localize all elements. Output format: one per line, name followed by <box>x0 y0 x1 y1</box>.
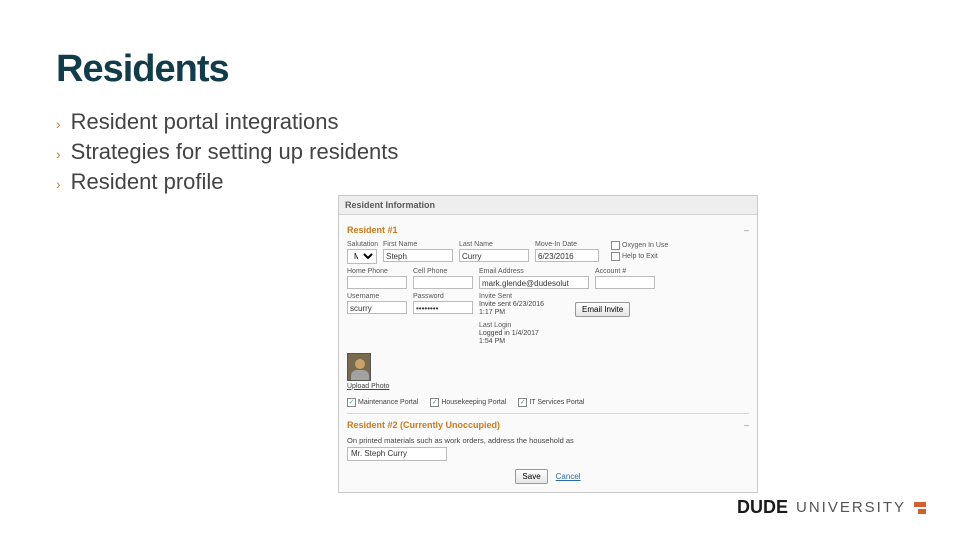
panel-header: Resident Information <box>339 196 757 215</box>
last-name-field[interactable]: Curry <box>459 249 529 262</box>
invite-label: Invite Sent <box>479 293 569 300</box>
resident1-title[interactable]: Resident #1– <box>347 225 749 235</box>
bullet-list: › Resident portal integrations › Strategie… <box>56 109 904 195</box>
oxygen-checkbox[interactable] <box>611 241 620 250</box>
bullet-marker: › <box>56 116 61 132</box>
home-phone-label: Home Phone <box>347 268 407 275</box>
username-field[interactable]: scurry <box>347 301 407 314</box>
username-label: Username <box>347 293 407 300</box>
password-field[interactable]: •••••••• <box>413 301 473 314</box>
household-input[interactable]: Mr. Steph Curry <box>347 447 447 461</box>
avatar <box>347 353 371 381</box>
last-name-label: Last Name <box>459 241 529 248</box>
save-button[interactable]: Save <box>515 469 547 484</box>
bullet-item: Strategies for setting up residents <box>71 139 399 165</box>
house-portal-label: Housekeeping Portal <box>441 399 506 406</box>
email-field[interactable]: mark.glende@dudesolut <box>479 276 589 289</box>
email-invite-button[interactable]: Email Invite <box>575 302 630 317</box>
cell-phone-field[interactable] <box>413 276 473 289</box>
bullet-marker: › <box>56 146 61 162</box>
bullet-item: Resident portal integrations <box>71 109 339 135</box>
email-label: Email Address <box>479 268 589 275</box>
last-login-label: Last Login <box>479 322 569 329</box>
oxygen-label: Oxygen In Use <box>622 242 668 249</box>
help-checkbox[interactable] <box>611 252 620 261</box>
resident-info-panel: Resident Information Resident #1– Saluta… <box>338 195 758 493</box>
footer-logo: DUDE UNIVERSITY <box>737 497 926 518</box>
maint-portal-checkbox[interactable]: ✓ <box>347 398 356 407</box>
it-portal-checkbox[interactable]: ✓ <box>518 398 527 407</box>
collapse-icon[interactable]: – <box>744 420 749 430</box>
help-label: Help to Exit <box>622 253 658 260</box>
movein-label: Move-In Date <box>535 241 599 248</box>
cell-phone-label: Cell Phone <box>413 268 473 275</box>
cancel-link[interactable]: Cancel <box>556 472 581 481</box>
first-name-label: First Name <box>383 241 453 248</box>
password-label: Password <box>413 293 473 300</box>
house-portal-checkbox[interactable]: ✓ <box>430 398 439 407</box>
logo-dude: DUDE <box>737 497 788 518</box>
movein-field[interactable]: 6/23/2016 <box>535 249 599 262</box>
invite-sent-value: Invite sent 6/23/2016 1:17 PM <box>479 301 569 318</box>
collapse-icon[interactable]: – <box>744 225 749 235</box>
upload-photo-link[interactable]: Upload Photo <box>347 383 389 390</box>
logo-mark-icon <box>914 502 926 514</box>
account-field[interactable] <box>595 276 655 289</box>
salutation-select[interactable]: Mr. <box>347 249 377 264</box>
logo-university: UNIVERSITY <box>796 499 906 516</box>
bullet-marker: › <box>56 176 61 192</box>
account-label: Account # <box>595 268 655 275</box>
it-portal-label: IT Services Portal <box>529 399 584 406</box>
bullet-item: Resident profile <box>71 169 224 195</box>
resident2-title[interactable]: Resident #2 (Currently Unoccupied)– <box>347 420 749 430</box>
home-phone-field[interactable] <box>347 276 407 289</box>
last-login-value: Logged in 1/4/2017 1:54 PM <box>479 330 569 347</box>
maint-portal-label: Maintenance Portal <box>358 399 418 406</box>
first-name-field[interactable]: Steph <box>383 249 453 262</box>
salutation-label: Salutation <box>347 241 377 248</box>
slide-title: Residents <box>56 48 904 91</box>
household-caption: On printed materials such as work orders… <box>347 436 749 445</box>
